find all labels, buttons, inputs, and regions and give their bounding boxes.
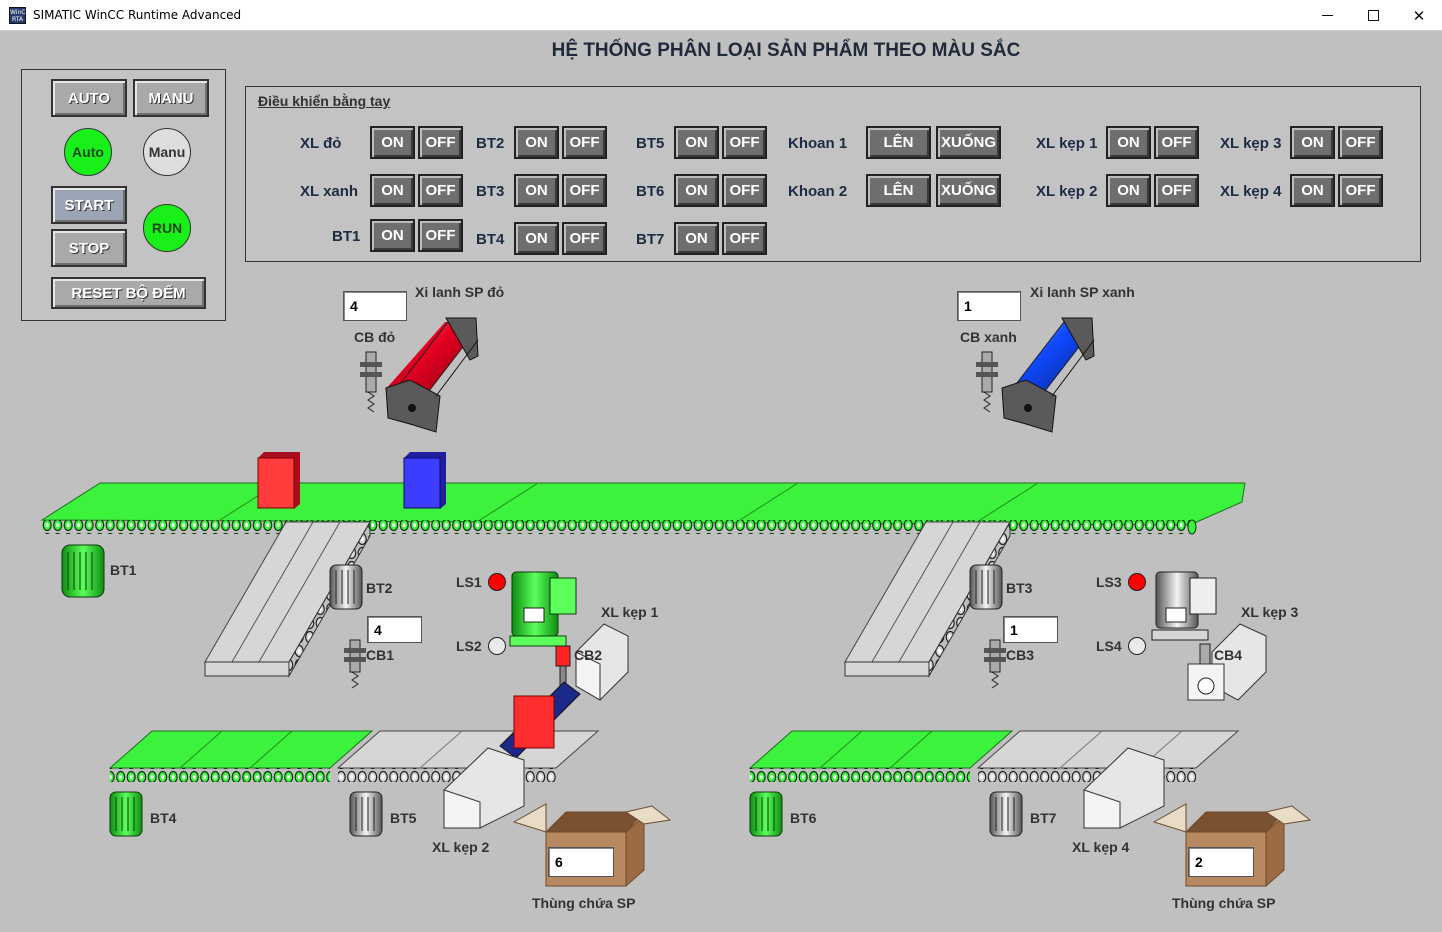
window-titlebar: WinCC RTA SIMATIC WinCC Runtime Advanced… [0,0,1442,31]
maximize-button[interactable] [1350,0,1396,31]
main-conveyor [40,482,1246,535]
ls4-indicator [1128,637,1146,655]
maximize-icon [1367,10,1379,21]
red-product-box [257,452,300,509]
label-bt4: BT4 [150,810,177,826]
sensor-cb-xanh [976,351,998,413]
label-xl-kep2: XL kẹp 2 [432,839,490,855]
close-icon: ✕ [1412,6,1426,25]
label-ls2: LS2 [456,638,482,654]
label-bin-blue: Thùng chứa SP [1172,895,1276,911]
label-bt6: BT6 [790,810,817,826]
close-button[interactable]: ✕ [1396,0,1442,31]
label-cb-do: CB đỏ [354,329,396,345]
sensor-cb1 [344,639,366,689]
sensor-cb3 [984,639,1006,689]
label-cb1: CB1 [366,647,395,663]
motor-bt5 [349,791,383,837]
counter-cb3: 1 [1003,616,1058,643]
counter-bin-blue: 2 [1188,847,1254,877]
label-ls1: LS1 [456,574,482,590]
counter-bin-red: 6 [548,847,614,877]
blue-product-box [403,452,446,509]
minimize-icon [1321,15,1333,16]
window-title: SIMATIC WinCC Runtime Advanced [33,8,242,22]
motor-bt2 [329,564,363,610]
drill-station-1 [509,571,577,689]
label-cb2: CB2 [574,647,603,663]
label-bt2: BT2 [366,580,393,596]
label-bt5: BT5 [390,810,417,826]
label-xl-kep1: XL kẹp 1 [601,604,659,620]
counter-cb-do: 4 [343,291,407,321]
label-cb3: CB3 [1006,647,1035,663]
label-xl-kep3: XL kẹp 3 [1241,604,1299,620]
label-cb4: CB4 [1214,647,1243,663]
counter-cb1: 4 [367,616,422,643]
process-scene [40,317,1312,888]
ls3-indicator [1128,573,1146,591]
label-bt1: BT1 [110,562,137,578]
label-bin-red: Thùng chứa SP [532,895,636,911]
cylinder-red [385,317,479,433]
ls2-indicator [488,637,506,655]
label-cylinder-red: Xi lanh SP đỏ [415,284,505,300]
label-bt7: BT7 [1030,810,1057,826]
label-bt3: BT3 [1006,580,1033,596]
sensor-cb-do [360,351,382,413]
counter-cb-xanh: 1 [957,291,1021,321]
label-ls3: LS3 [1096,574,1122,590]
conveyor-bt4 [108,730,374,782]
motor-bt3 [969,564,1003,610]
label-xl-kep4: XL kẹp 4 [1072,839,1130,855]
ls1-indicator [488,573,506,591]
motor-bt1 [61,544,105,598]
motor-bt6 [749,791,783,837]
minimize-button[interactable] [1304,0,1350,31]
motor-bt7 [989,791,1023,837]
drill-station-2 [1151,571,1217,675]
label-cylinder-blue: Xi lanh SP xanh [1030,284,1135,300]
motor-bt4 [109,791,143,837]
app-icon: WinCC RTA [9,7,30,24]
conveyor-bt6 [748,730,1014,782]
label-cb-xanh: CB xanh [960,329,1017,345]
label-ls4: LS4 [1096,638,1122,654]
